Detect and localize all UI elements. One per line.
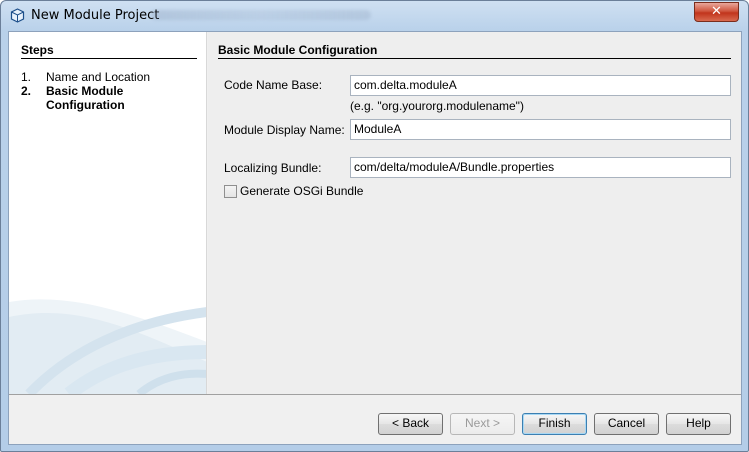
code-name-base-input[interactable]: com.delta.moduleA [350, 75, 731, 96]
display-name-input[interactable]: ModuleA [350, 119, 731, 140]
steps-divider [21, 58, 197, 59]
code-name-base-label: Code Name Base: [224, 78, 323, 92]
configuration-panel: Basic Module Configuration Code Name Bas… [208, 32, 741, 394]
step-item-current: 2. Basic Module Configuration [21, 84, 201, 112]
title-blurred-path [151, 10, 371, 20]
section-divider [218, 58, 731, 59]
close-button[interactable]: ✕ [694, 2, 739, 22]
localizing-bundle-input[interactable]: com/delta/moduleA/Bundle.properties [350, 157, 731, 178]
osgi-bundle-label[interactable]: Generate OSGi Bundle [240, 184, 363, 198]
steps-panel: Steps 1. Name and Location 2. Basic Modu… [9, 32, 207, 394]
step-number: 2. [21, 84, 32, 98]
button-bar-separator [9, 394, 741, 395]
title-bar[interactable]: New Module Project ✕ [1, 1, 748, 31]
dialog-client-area: Steps 1. Name and Location 2. Basic Modu… [8, 31, 742, 445]
step-label: Name and Location [46, 70, 151, 84]
steps-title: Steps [21, 43, 54, 57]
step-label: Basic Module Configuration [46, 84, 125, 112]
section-title: Basic Module Configuration [218, 43, 378, 57]
code-name-base-hint: (e.g. "org.yourorg.modulename") [350, 99, 524, 113]
swoosh-watermark [9, 299, 206, 394]
netbeans-cube-icon [10, 8, 25, 23]
osgi-bundle-checkbox[interactable] [224, 185, 237, 198]
help-button[interactable]: Help [666, 413, 731, 435]
finish-button[interactable]: Finish [522, 413, 587, 435]
dialog-window: New Module Project ✕ Steps 1. Name and L… [0, 0, 749, 452]
step-number: 1. [21, 70, 32, 84]
step-item: 1. Name and Location [21, 70, 201, 84]
close-icon: ✕ [711, 4, 722, 19]
next-button[interactable]: Next > [450, 413, 515, 435]
back-button[interactable]: < Back [378, 413, 443, 435]
display-name-label: Module Display Name: [224, 123, 345, 137]
window-title: New Module Project [31, 8, 160, 23]
cancel-button[interactable]: Cancel [594, 413, 659, 435]
steps-list: 1. Name and Location 2. Basic Module Con… [21, 70, 201, 112]
localizing-bundle-label: Localizing Bundle: [224, 161, 322, 175]
